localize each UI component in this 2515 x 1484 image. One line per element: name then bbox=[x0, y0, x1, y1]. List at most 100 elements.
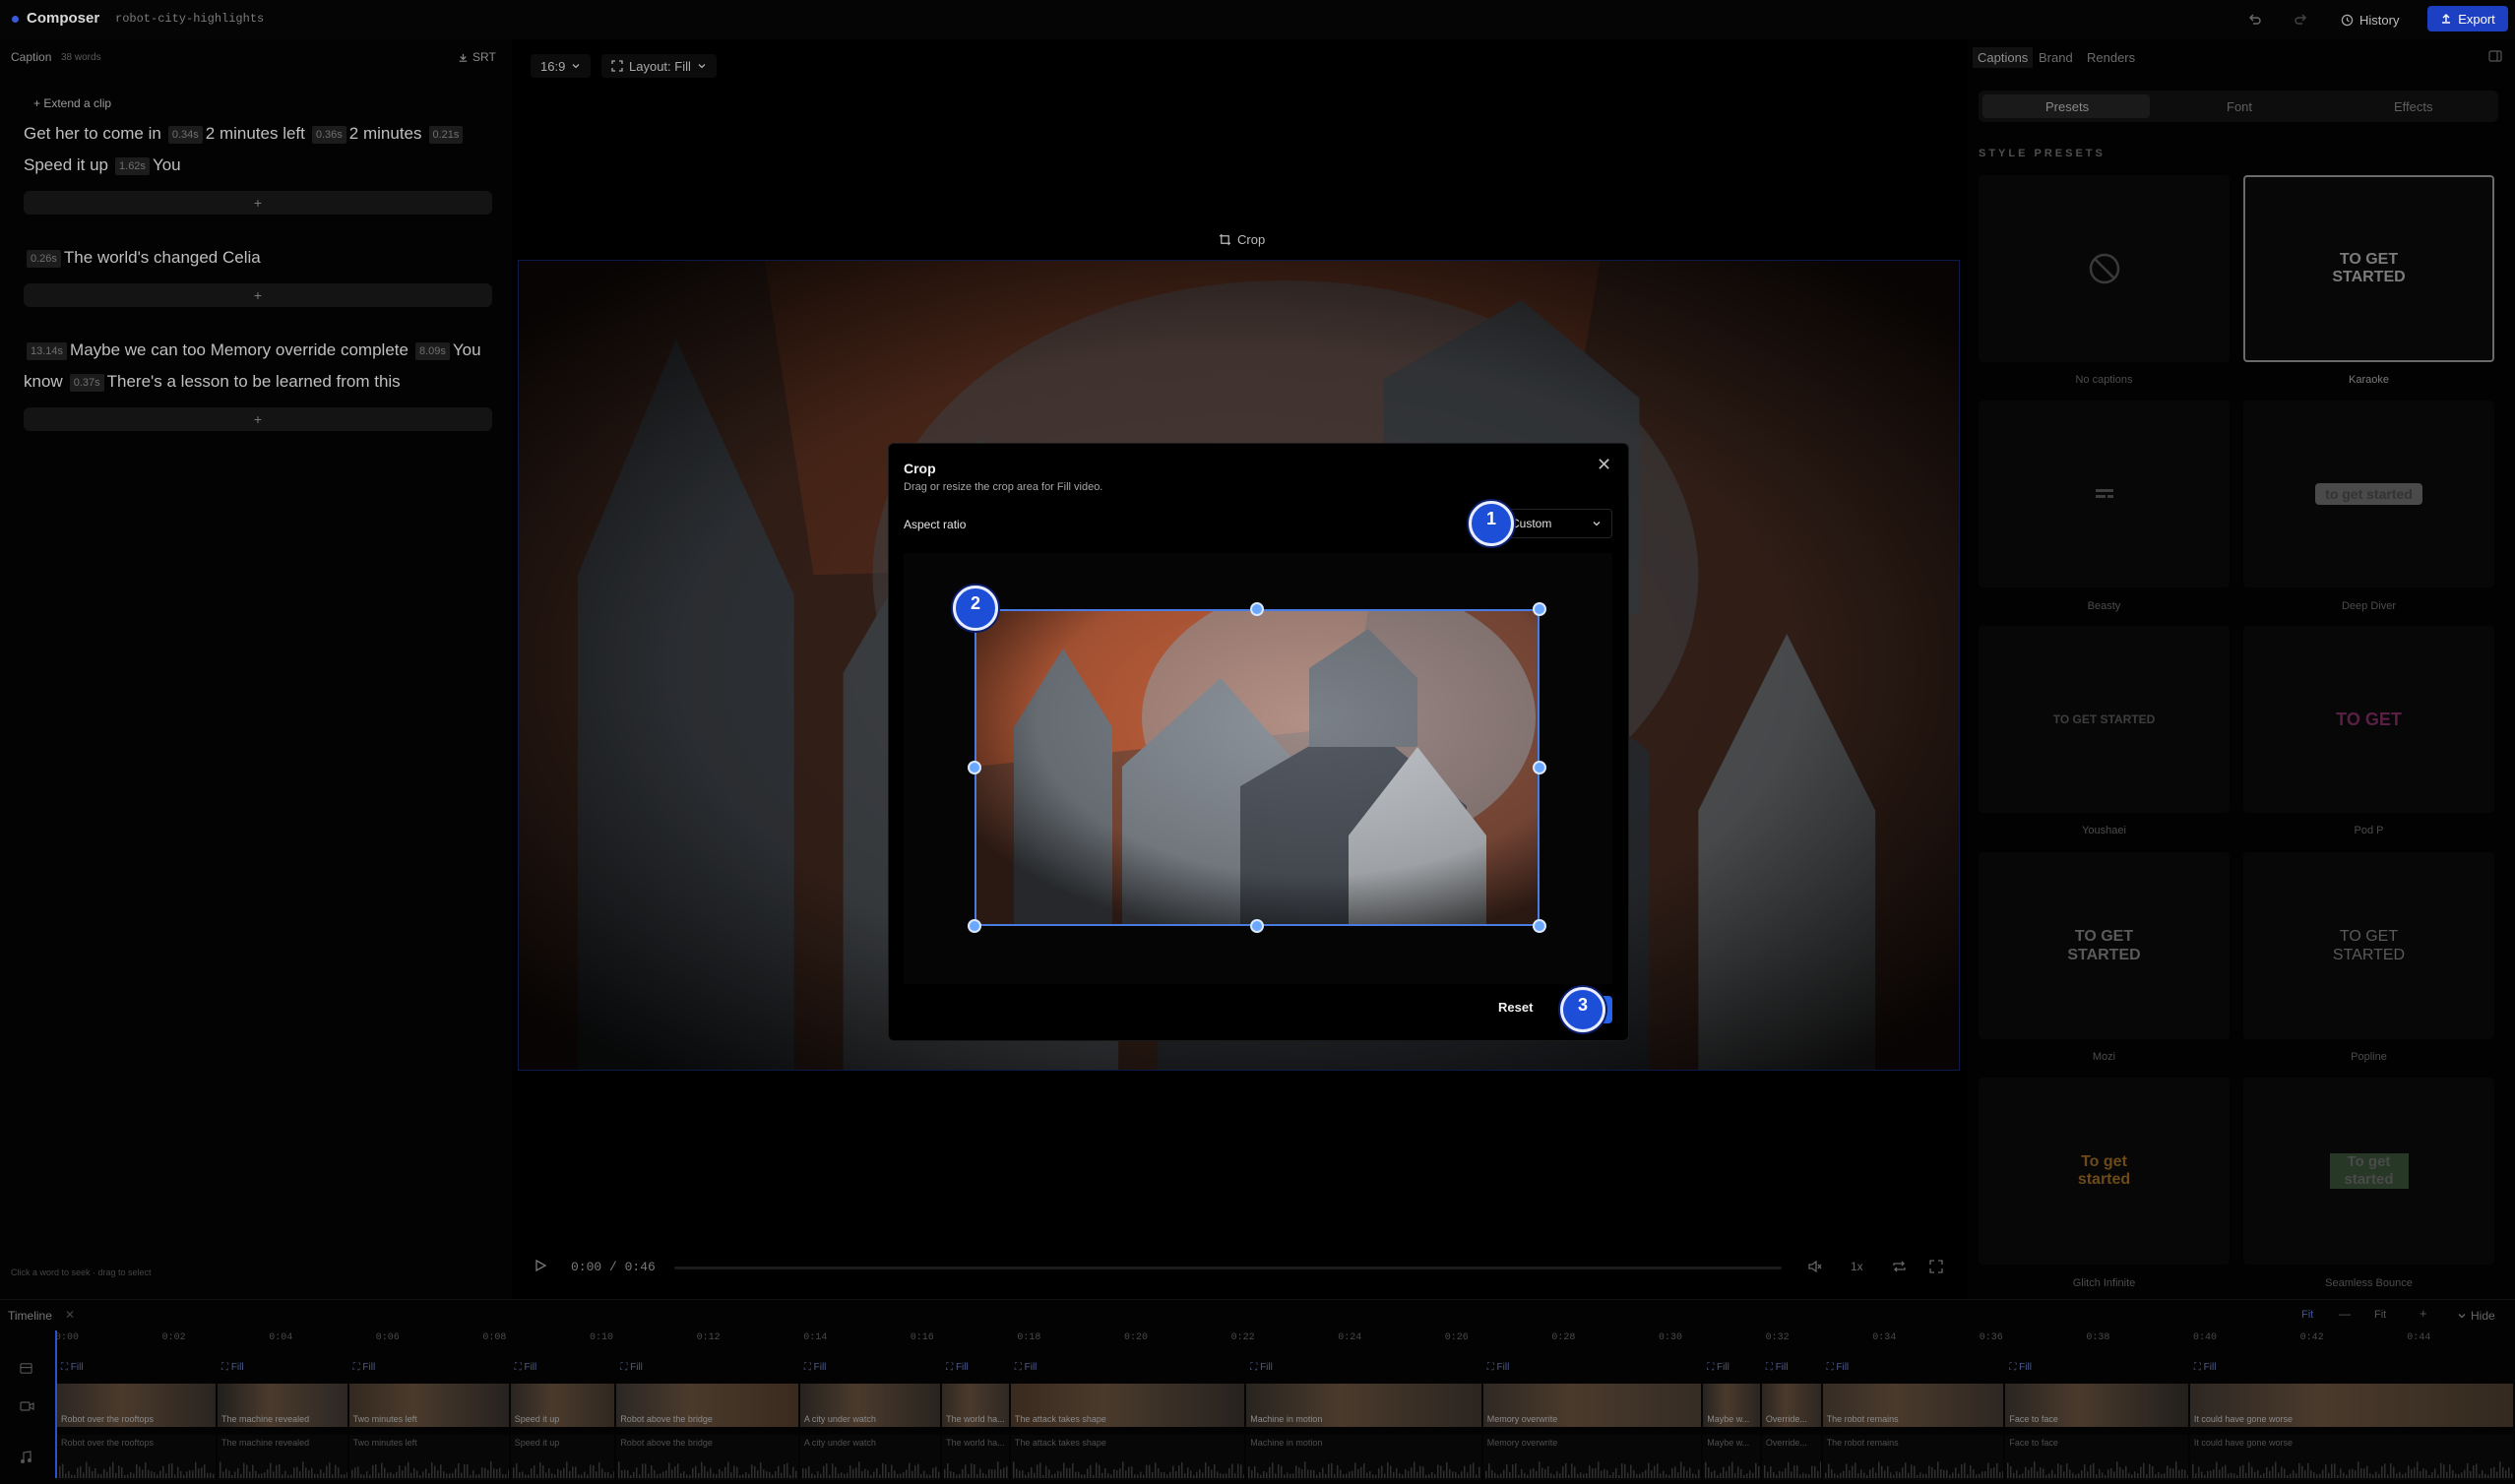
preset-deep-diver[interactable]: to get started bbox=[2243, 401, 2494, 587]
scrub-bar[interactable] bbox=[674, 1267, 1782, 1269]
video-clip[interactable]: Two minutes left bbox=[348, 1384, 511, 1427]
reset-button[interactable]: Reset bbox=[1498, 1000, 1533, 1015]
audio-clip[interactable]: Maybe w... bbox=[1703, 1435, 1762, 1480]
audio-clip[interactable]: It could have gone worse bbox=[2190, 1435, 2515, 1480]
layout-segment[interactable]: ⛶ Fill bbox=[1250, 1362, 1273, 1376]
caption-word[interactable]: The world's changed Celia bbox=[64, 248, 261, 267]
video-clip[interactable]: The machine revealed bbox=[218, 1384, 349, 1427]
caption-word[interactable]: Speed it up bbox=[24, 155, 108, 174]
pause-duration-badge[interactable]: 13.14s bbox=[27, 341, 68, 360]
preset-glitch-infinite[interactable]: To get started bbox=[1979, 1078, 2230, 1265]
video-clip[interactable]: The robot remains bbox=[1822, 1384, 2006, 1427]
add-caption-button[interactable]: + bbox=[24, 407, 492, 431]
preset-pod-p[interactable]: TO GET bbox=[2243, 626, 2494, 813]
fullscreen-button[interactable] bbox=[1929, 1260, 1943, 1278]
video-clip[interactable]: Memory overwrite bbox=[1482, 1384, 1704, 1427]
audio-clip[interactable]: Two minutes left bbox=[349, 1435, 511, 1480]
caption-word[interactable]: There's a lesson to be learned from this bbox=[107, 372, 401, 391]
playback-speed-button[interactable]: 1x bbox=[1851, 1260, 1863, 1273]
layout-segment[interactable]: ⛶ Fill bbox=[515, 1362, 537, 1376]
crop-handle-bottom-right[interactable] bbox=[1533, 919, 1546, 933]
layout-segment[interactable]: ⛶ Fill bbox=[2194, 1362, 2217, 1376]
zoom-in-button[interactable]: + bbox=[2420, 1306, 2427, 1321]
hide-timeline-button[interactable]: Hide bbox=[2457, 1309, 2495, 1323]
timeline-close-button[interactable]: ✕ bbox=[65, 1308, 75, 1322]
video-clip[interactable]: It could have gone worse bbox=[2189, 1384, 2515, 1427]
layout-segment[interactable]: ⛶ Fill bbox=[1015, 1362, 1037, 1376]
layout-segment[interactable]: ⛶ Fill bbox=[353, 1362, 376, 1376]
play-button[interactable] bbox=[534, 1259, 547, 1277]
panel-toggle-button[interactable] bbox=[2488, 49, 2502, 68]
caption-word[interactable]: Get her to come in bbox=[24, 124, 161, 143]
pause-duration-badge[interactable]: 0.36s bbox=[311, 125, 346, 144]
preset-mozi[interactable]: TO GET STARTED bbox=[1979, 852, 2230, 1039]
zoom-out-button[interactable]: — bbox=[2339, 1307, 2351, 1321]
preset-popline[interactable]: TO GET STARTED bbox=[2243, 852, 2494, 1039]
audio-clip[interactable]: Speed it up bbox=[511, 1435, 617, 1480]
audio-clip[interactable]: A city under watch bbox=[800, 1435, 943, 1480]
crop-handle-top-right[interactable] bbox=[1533, 602, 1546, 616]
fit-toggle[interactable]: Fit bbox=[2301, 1309, 2313, 1321]
audio-clip[interactable]: The robot remains bbox=[1823, 1435, 2006, 1480]
crop-handle-top[interactable] bbox=[1250, 602, 1264, 616]
caption-word[interactable]: You bbox=[453, 340, 481, 359]
mute-button[interactable] bbox=[1807, 1260, 1822, 1278]
video-clip[interactable]: The attack takes shape bbox=[1010, 1384, 1247, 1427]
close-button[interactable]: ✕ bbox=[1597, 455, 1611, 475]
tab-brand[interactable]: Brand bbox=[2039, 50, 2073, 65]
audio-clip[interactable]: Face to face bbox=[2005, 1435, 2190, 1480]
audio-clip[interactable]: The machine revealed bbox=[218, 1435, 349, 1480]
history-button[interactable]: History bbox=[2341, 8, 2399, 31]
tab-renders[interactable]: Renders bbox=[2087, 50, 2135, 65]
crop-selection-box[interactable] bbox=[975, 609, 1540, 926]
caption-word[interactable]: You bbox=[153, 155, 181, 174]
add-caption-button[interactable]: + bbox=[24, 283, 492, 307]
audio-clip[interactable]: Robot over the rooftops bbox=[57, 1435, 219, 1480]
crop-handle-bottom-left[interactable] bbox=[968, 919, 981, 933]
video-clip[interactable]: A city under watch bbox=[799, 1384, 943, 1427]
video-clip[interactable]: The world ha... bbox=[942, 1384, 1011, 1427]
video-clip[interactable]: Machine in motion bbox=[1246, 1384, 1483, 1427]
add-caption-button[interactable]: + bbox=[24, 191, 492, 215]
preset-no-captions[interactable] bbox=[1979, 175, 2230, 362]
crop-handle-right[interactable] bbox=[1533, 761, 1546, 774]
audio-clip[interactable]: Robot above the bridge bbox=[616, 1435, 800, 1480]
video-clip[interactable]: Override... bbox=[1761, 1384, 1823, 1427]
audio-clip[interactable]: Memory overwrite bbox=[1483, 1435, 1704, 1480]
pause-duration-badge[interactable]: 8.09s bbox=[414, 341, 450, 360]
pause-duration-badge[interactable]: 0.34s bbox=[167, 125, 203, 144]
undo-button[interactable] bbox=[2248, 8, 2262, 31]
loop-button[interactable] bbox=[1892, 1260, 1907, 1278]
audio-clip[interactable]: The world ha... bbox=[942, 1435, 1011, 1480]
layout-segment[interactable]: ⛶ Fill bbox=[1487, 1362, 1510, 1376]
crop-handle-left[interactable] bbox=[968, 761, 981, 774]
aspect-ratio-dropdown[interactable]: 16:9 bbox=[531, 54, 592, 78]
preset-beasty[interactable] bbox=[1979, 401, 2230, 587]
preset-seamless-bounce[interactable]: To get started bbox=[2243, 1078, 2494, 1265]
pause-duration-badge[interactable]: 0.37s bbox=[69, 373, 104, 392]
pause-duration-badge[interactable]: 0.26s bbox=[27, 249, 61, 268]
layout-segment[interactable]: ⛶ Fill bbox=[221, 1362, 244, 1376]
layout-segment[interactable]: ⛶ Fill bbox=[2009, 1362, 2032, 1376]
caption-word[interactable]: Maybe we can too Memory override complet… bbox=[70, 340, 409, 359]
video-clip[interactable]: Face to face bbox=[2005, 1384, 2190, 1427]
caption-word[interactable]: 2 minutes bbox=[349, 124, 422, 143]
video-clip[interactable]: Speed it up bbox=[510, 1384, 617, 1427]
layout-segment[interactable]: ⛶ Fill bbox=[1766, 1362, 1789, 1376]
tab-captions[interactable]: Captions bbox=[1973, 47, 2034, 68]
segment-effects[interactable]: Effects bbox=[2394, 99, 2433, 114]
video-clip[interactable]: Maybe w... bbox=[1703, 1384, 1762, 1427]
layout-segment[interactable]: ⛶ Fill bbox=[620, 1362, 643, 1376]
segment-font[interactable]: Font bbox=[2227, 99, 2252, 114]
export-button[interactable]: Export bbox=[2427, 6, 2508, 31]
pause-duration-badge[interactable]: 0.21s bbox=[428, 125, 464, 144]
crop-button[interactable]: Crop bbox=[1219, 232, 1265, 247]
pause-duration-badge[interactable]: 1.62s bbox=[115, 156, 150, 175]
preset-karaoke[interactable]: TO GET STARTED bbox=[2243, 175, 2494, 362]
audio-clip[interactable]: The attack takes shape bbox=[1011, 1435, 1247, 1480]
layout-segment[interactable]: ⛶ Fill bbox=[61, 1362, 84, 1376]
caption-word[interactable]: know bbox=[24, 372, 63, 391]
video-clip[interactable]: Robot over the rooftops bbox=[57, 1384, 219, 1427]
srt-button[interactable]: SRT bbox=[458, 50, 496, 64]
crop-handle-bottom[interactable] bbox=[1250, 919, 1264, 933]
